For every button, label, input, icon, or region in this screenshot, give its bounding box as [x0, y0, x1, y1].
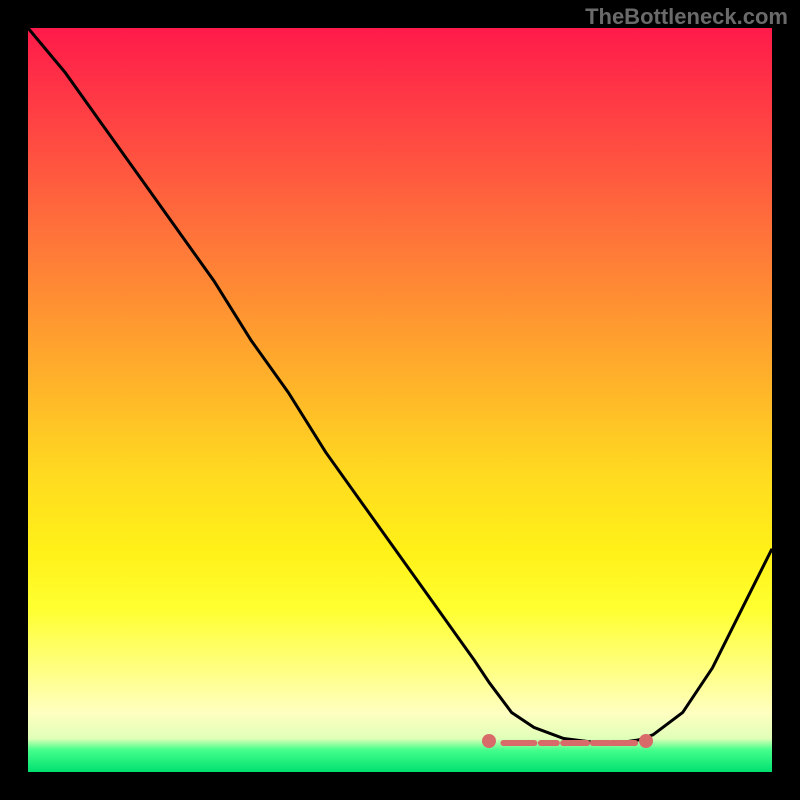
curve-marker-dash — [560, 740, 590, 746]
curve-marker-dash — [608, 740, 638, 746]
attribution-text: TheBottleneck.com — [585, 4, 788, 30]
curve-marker-dot — [482, 734, 496, 748]
curve-marker-dot — [639, 734, 653, 748]
bottleneck-curve — [28, 28, 772, 772]
chart-plot-area — [28, 28, 772, 772]
curve-marker-dash — [500, 740, 537, 746]
curve-marker-dash — [538, 740, 560, 746]
